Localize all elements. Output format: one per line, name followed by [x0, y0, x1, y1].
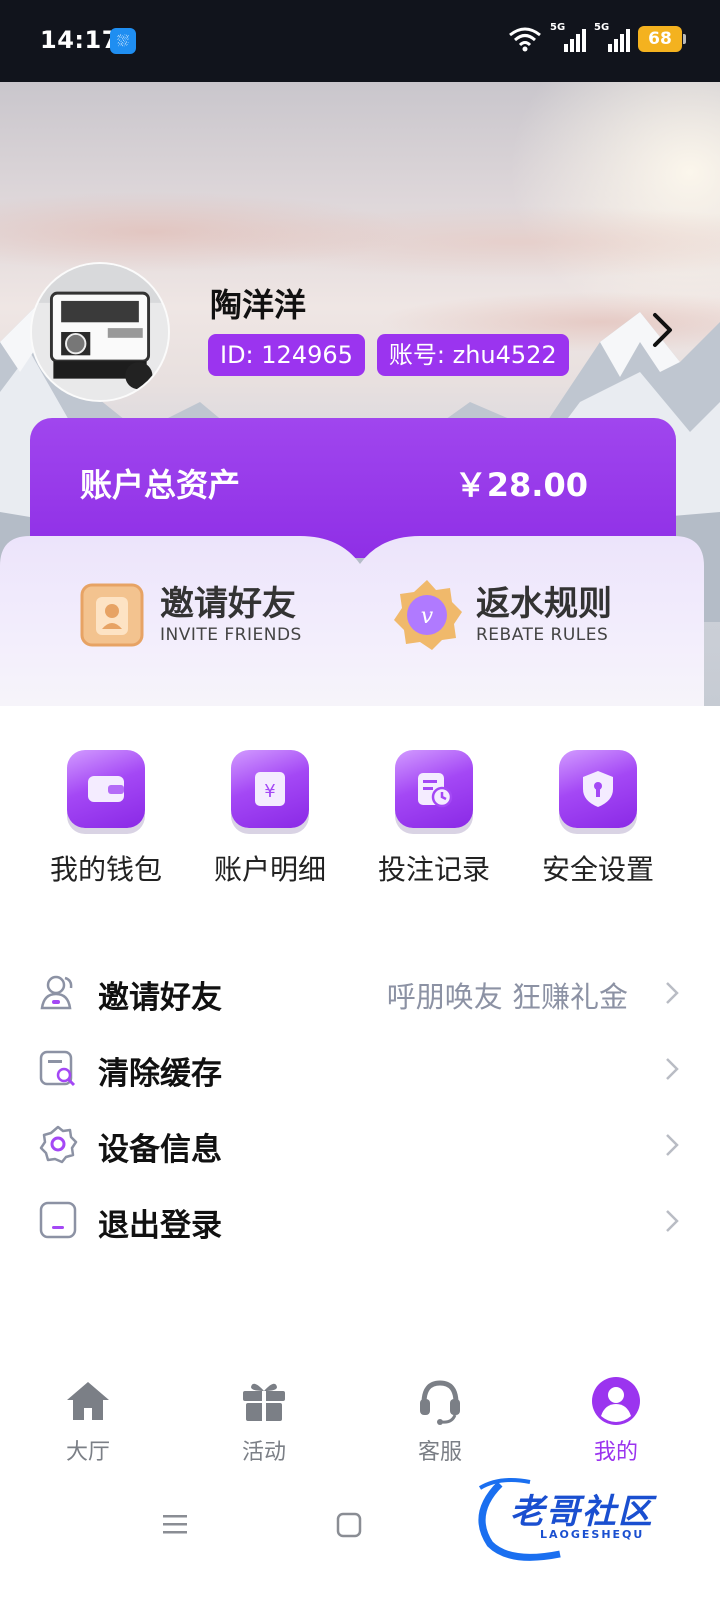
chevron-right-icon — [666, 982, 679, 1004]
invite-card-icon — [80, 583, 144, 647]
tab-mine[interactable]: 我的 — [556, 1376, 676, 1466]
shortcut-security[interactable]: 安全设置 — [516, 750, 680, 888]
gear-icon — [39, 1125, 78, 1164]
tab-customer-service[interactable]: 客服 — [380, 1376, 500, 1466]
shortcut-grid: 我的钱包 ¥ 账户明细 投注记录 安全设置 — [0, 750, 720, 890]
menu-item-clear-cache[interactable]: 清除缓存 — [0, 1030, 720, 1106]
chevron-right-icon — [666, 1058, 679, 1080]
shortcut-wallet-label: 我的钱包 — [49, 853, 162, 886]
menu-item-label: 退出登录 — [98, 1208, 222, 1244]
network-type-label: 5G — [550, 22, 566, 33]
yuan-receipt-icon: ¥ — [231, 750, 309, 828]
menu-item-hint: 呼朋唤友 狂赚礼金 — [386, 980, 628, 1014]
shortcut-wallet[interactable]: 我的钱包 — [24, 750, 188, 888]
bottom-tab-bar: 大厅 活动 客服 我的 — [0, 1376, 720, 1476]
logout-icon — [39, 1201, 77, 1239]
signal-icon-sim1: 5G — [550, 22, 586, 54]
car-avatar-image — [32, 264, 168, 400]
rebate-rules-card[interactable]: v 返水规则 REBATE RULES — [390, 575, 612, 655]
record-clock-icon — [395, 750, 473, 828]
tab-activities[interactable]: 活动 — [204, 1376, 324, 1466]
rebate-rules-subtitle: REBATE RULES — [476, 625, 609, 645]
network-type-label: 5G — [594, 22, 610, 33]
chevron-right-icon — [666, 1134, 679, 1156]
watermark-logo: 老哥社区 LAOGESHEQU — [470, 1474, 700, 1564]
status-time: 14:17 — [40, 26, 119, 54]
menu-item-label: 清除缓存 — [98, 1056, 222, 1092]
status-bar: 14:17 ⛆ 5G 5G 68 — [0, 0, 720, 82]
users-icon — [40, 975, 73, 1010]
tab-label: 活动 — [241, 1440, 286, 1465]
rebate-badge-icon: v — [394, 580, 462, 650]
watermark-subtext: LAOGESHEQU — [540, 1528, 645, 1541]
tab-lobby[interactable]: 大厅 — [28, 1376, 148, 1466]
menu-item-label: 设备信息 — [98, 1132, 222, 1168]
chevron-right-icon — [666, 1210, 679, 1232]
total-assets-label: 账户总资产 — [80, 466, 241, 504]
avatar[interactable] — [30, 262, 170, 402]
shortcut-account-details[interactable]: ¥ 账户明细 — [188, 750, 352, 888]
home-icon — [63, 1376, 113, 1426]
home-square-icon[interactable] — [334, 1510, 364, 1540]
chevron-right-icon[interactable] — [652, 312, 674, 348]
battery-indicator: 68 — [638, 26, 686, 52]
status-indicators: 5G 5G 68 — [508, 22, 686, 54]
tab-label: 大厅 — [65, 1440, 110, 1465]
user-id-badge: ID: 124965 — [208, 334, 365, 376]
wallet-icon — [67, 750, 145, 828]
username: 陶洋洋 — [210, 286, 307, 324]
notification-app-icon: ⛆ — [110, 28, 136, 54]
tab-label: 客服 — [417, 1440, 462, 1465]
menu-item-device-info[interactable]: 设备信息 — [0, 1106, 720, 1182]
invite-friends-title: 邀请好友 — [160, 584, 296, 624]
profile-badges: ID: 124965 账号: zhu4522 — [208, 334, 569, 376]
invite-friends-subtitle: INVITE FRIENDS — [160, 625, 302, 645]
menu-item-invite-friends[interactable]: 邀请好友 呼朋唤友 狂赚礼金 — [0, 954, 720, 1030]
wifi-icon — [509, 27, 541, 52]
shortcut-bet-records[interactable]: 投注记录 — [352, 750, 516, 888]
tab-label: 我的 — [593, 1440, 638, 1465]
menu-icon[interactable] — [160, 1510, 190, 1540]
user-icon — [591, 1376, 641, 1426]
invite-friends-card[interactable]: 邀请好友 INVITE FRIENDS — [76, 575, 302, 655]
headset-icon — [415, 1376, 465, 1426]
svg-text:v: v — [421, 604, 434, 629]
signal-icon-sim2: 5G — [594, 22, 630, 54]
watermark-text: 老哥社区 — [510, 1492, 654, 1532]
svg-text:¥: ¥ — [264, 781, 275, 802]
shortcut-security-label: 安全设置 — [541, 853, 654, 886]
shortcut-bet-records-label: 投注记录 — [377, 853, 490, 886]
gift-icon — [239, 1376, 289, 1426]
shield-icon — [559, 750, 637, 828]
menu-item-logout[interactable]: 退出登录 — [0, 1182, 720, 1258]
account-badge: 账号: zhu4522 — [376, 334, 569, 376]
settings-menu: 邀请好友 呼朋唤友 狂赚礼金 清除缓存 设备信息 退出登录 — [0, 954, 720, 1258]
total-assets-value: ￥28.00 — [454, 466, 588, 504]
clear-cache-icon — [39, 1050, 76, 1087]
shortcut-account-details-label: 账户明细 — [213, 853, 326, 886]
menu-item-label: 邀请好友 — [98, 980, 222, 1016]
rebate-rules-title: 返水规则 — [476, 584, 612, 624]
